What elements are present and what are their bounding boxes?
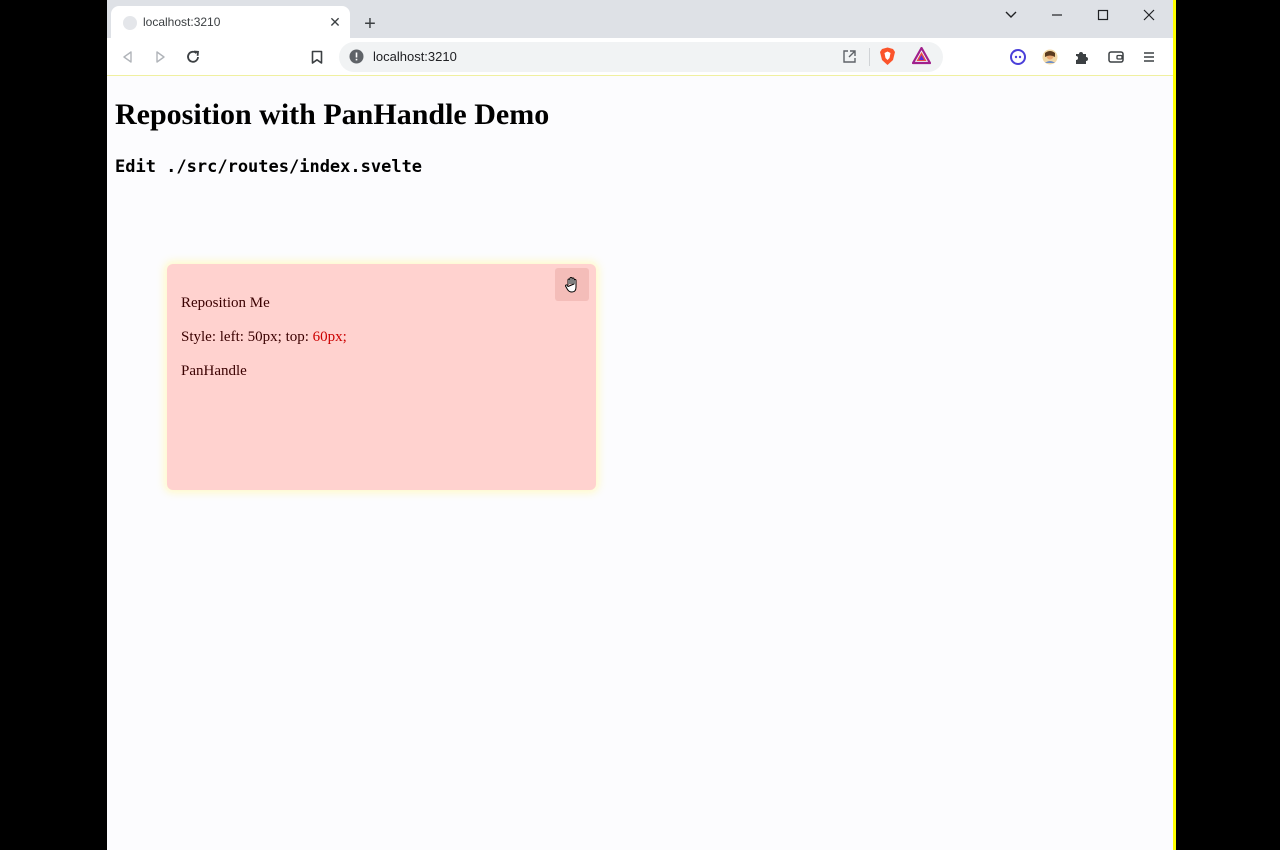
style-prefix: Style: left: 50px; top: bbox=[181, 329, 313, 345]
tab-close-icon[interactable]: ✕ bbox=[326, 13, 344, 31]
browser-tab[interactable]: localhost:3210 ✕ bbox=[111, 6, 350, 38]
site-info-icon[interactable] bbox=[349, 49, 364, 69]
card-style-text: Style: left: 50px; top: 60px; bbox=[181, 329, 347, 346]
reposition-card[interactable]: Reposition Me Style: left: 50px; top: 60… bbox=[167, 264, 596, 490]
maximize-icon[interactable] bbox=[1080, 0, 1126, 30]
brave-shields-icon[interactable] bbox=[879, 47, 896, 71]
favicon-icon bbox=[123, 16, 137, 30]
menu-icon[interactable] bbox=[1135, 43, 1163, 71]
pan-handle[interactable] bbox=[555, 268, 589, 301]
page-subtitle: Edit ./src/routes/index.svelte bbox=[115, 157, 423, 177]
avatar-icon[interactable] bbox=[1036, 43, 1064, 71]
close-window-icon[interactable] bbox=[1126, 0, 1172, 30]
browser-toolbar: localhost:3210 bbox=[107, 38, 1173, 76]
address-bar[interactable]: localhost:3210 bbox=[339, 42, 943, 72]
bookmark-icon[interactable] bbox=[303, 43, 331, 71]
card-handle-label: PanHandle bbox=[181, 363, 247, 379]
wallet-icon[interactable] bbox=[1102, 43, 1130, 71]
puzzle-icon[interactable] bbox=[1068, 43, 1096, 71]
tab-title: localhost:3210 bbox=[143, 15, 221, 29]
url-text: localhost:3210 bbox=[373, 49, 457, 64]
tab-strip: localhost:3210 ✕ + bbox=[107, 0, 1173, 38]
page-title: Reposition with PanHandle Demo bbox=[115, 98, 550, 131]
brave-rewards-icon[interactable] bbox=[911, 46, 932, 70]
minimize-icon[interactable] bbox=[1034, 0, 1080, 30]
forward-icon[interactable] bbox=[146, 43, 174, 71]
pan-hand-icon bbox=[565, 276, 577, 292]
tab-search-icon[interactable] bbox=[988, 0, 1034, 30]
share-icon[interactable] bbox=[842, 49, 857, 69]
reload-icon[interactable] bbox=[179, 43, 207, 71]
page-content: Reposition with PanHandle Demo Edit ./sr… bbox=[107, 76, 1173, 850]
omnibox-divider bbox=[869, 48, 870, 66]
card-heading: Reposition Me bbox=[181, 295, 270, 311]
style-top-value: 60px; bbox=[312, 329, 347, 345]
extension-icon[interactable] bbox=[1004, 43, 1032, 71]
new-tab-button[interactable]: + bbox=[359, 13, 381, 35]
back-icon[interactable] bbox=[114, 43, 142, 71]
browser-window: localhost:3210 ✕ + localhost:3210 Reposi… bbox=[107, 0, 1176, 850]
